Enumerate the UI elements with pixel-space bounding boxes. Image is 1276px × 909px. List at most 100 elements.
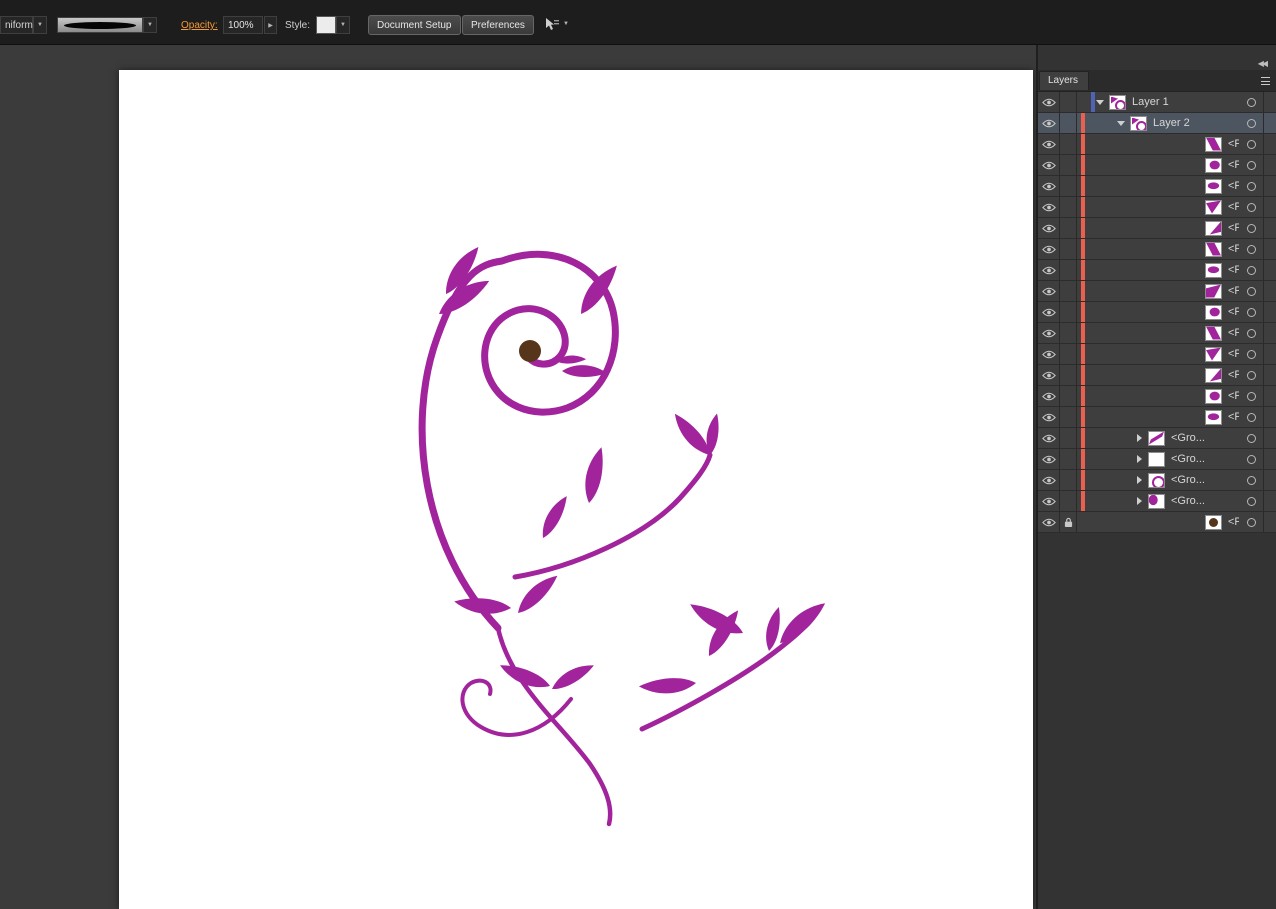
disclosure-triangle-icon[interactable] — [1095, 97, 1105, 107]
layer-row[interactable]: <Gro... — [1038, 470, 1276, 491]
canvas-pasteboard[interactable] — [0, 45, 1036, 909]
layer-row-content[interactable]: <Path> — [1077, 386, 1239, 406]
layer-row[interactable]: <Gro... — [1038, 428, 1276, 449]
layer-row[interactable]: <Path> — [1038, 197, 1276, 218]
layer-row-content[interactable]: <Path> — [1077, 197, 1239, 217]
target-circle[interactable] — [1239, 113, 1263, 133]
stroke-profile-select[interactable]: niform — [0, 16, 33, 34]
lock-toggle[interactable] — [1060, 176, 1077, 196]
layer-label[interactable]: <Path> — [1228, 327, 1239, 339]
lock-toggle[interactable] — [1060, 113, 1077, 133]
layer-row[interactable]: <Path> — [1038, 176, 1276, 197]
layer-label[interactable]: <Path> — [1228, 306, 1239, 318]
layer-row-content[interactable]: <Gro... — [1077, 449, 1239, 469]
layer-row-content[interactable]: <Path> — [1077, 155, 1239, 175]
tab-layers[interactable]: Layers — [1039, 71, 1090, 90]
layer-row-content[interactable]: Layer 1 — [1077, 92, 1239, 112]
layer-thumbnail[interactable] — [1205, 136, 1222, 152]
lock-toggle[interactable] — [1060, 428, 1077, 448]
visibility-toggle[interactable] — [1038, 470, 1060, 490]
layer-row-content[interactable]: <Path> — [1077, 344, 1239, 364]
visibility-toggle[interactable] — [1038, 512, 1060, 532]
lock-toggle[interactable] — [1060, 386, 1077, 406]
layer-thumbnail[interactable] — [1130, 115, 1147, 131]
layer-label[interactable]: <Path> — [1228, 138, 1239, 150]
lock-toggle[interactable] — [1060, 323, 1077, 343]
lock-toggle[interactable] — [1060, 92, 1077, 112]
brush-definition-select[interactable] — [57, 17, 143, 33]
layer-row-content[interactable]: <Path> — [1077, 134, 1239, 154]
layer-row-content[interactable]: <Gro... — [1077, 428, 1239, 448]
layer-thumbnail[interactable] — [1205, 241, 1222, 257]
disclosure-triangle-icon[interactable] — [1134, 496, 1144, 506]
lock-toggle[interactable] — [1060, 218, 1077, 238]
target-circle[interactable] — [1239, 470, 1263, 490]
document-setup-button[interactable]: Document Setup — [368, 15, 461, 35]
layer-row[interactable]: <Gro... — [1038, 449, 1276, 470]
layer-row-content[interactable]: <Path> — [1077, 239, 1239, 259]
layer-row-content[interactable]: <Path> — [1077, 407, 1239, 427]
layer-label[interactable]: <Path> — [1228, 516, 1239, 528]
visibility-toggle[interactable] — [1038, 491, 1060, 511]
layer-row[interactable]: <Path> — [1038, 386, 1276, 407]
layer-label[interactable]: <Path> — [1228, 390, 1239, 402]
disclosure-triangle-icon[interactable] — [1134, 475, 1144, 485]
select-similar-chevron-down-icon[interactable]: ▼ — [563, 21, 569, 27]
layer-row[interactable]: <Path> — [1038, 365, 1276, 386]
collapse-panels-icon[interactable]: ◀◀ — [1258, 59, 1268, 68]
preferences-button[interactable]: Preferences — [462, 15, 534, 35]
lock-toggle[interactable] — [1060, 512, 1077, 532]
layer-label[interactable]: <Gro... — [1171, 432, 1205, 444]
layer-thumbnail[interactable] — [1205, 325, 1222, 341]
visibility-toggle[interactable] — [1038, 428, 1060, 448]
layer-label[interactable]: <Gro... — [1171, 495, 1205, 507]
target-circle[interactable] — [1239, 428, 1263, 448]
lock-toggle[interactable] — [1060, 197, 1077, 217]
layer-row[interactable]: <Path> — [1038, 323, 1276, 344]
disclosure-triangle-icon[interactable] — [1116, 118, 1126, 128]
layer-thumbnail[interactable] — [1148, 430, 1165, 446]
target-circle[interactable] — [1239, 155, 1263, 175]
layer-label[interactable]: <Path> — [1228, 222, 1239, 234]
layer-thumbnail[interactable] — [1205, 388, 1222, 404]
layer-row-content[interactable]: <Path> — [1077, 365, 1239, 385]
visibility-toggle[interactable] — [1038, 386, 1060, 406]
target-circle[interactable] — [1239, 365, 1263, 385]
target-circle[interactable] — [1239, 512, 1263, 532]
target-circle[interactable] — [1239, 260, 1263, 280]
visibility-toggle[interactable] — [1038, 218, 1060, 238]
layer-thumbnail[interactable] — [1205, 346, 1222, 362]
stroke-profile-chevron-down-icon[interactable]: ▼ — [33, 16, 47, 34]
lock-toggle[interactable] — [1060, 302, 1077, 322]
target-circle[interactable] — [1239, 197, 1263, 217]
visibility-toggle[interactable] — [1038, 134, 1060, 154]
layer-row-content[interactable]: <Path> — [1077, 302, 1239, 322]
layer-thumbnail[interactable] — [1148, 451, 1165, 467]
layer-row[interactable]: <Path> — [1038, 512, 1276, 533]
layer-label[interactable]: <Path> — [1228, 264, 1239, 276]
visibility-toggle[interactable] — [1038, 344, 1060, 364]
layer-thumbnail[interactable] — [1205, 199, 1222, 215]
disclosure-triangle-icon[interactable] — [1134, 433, 1144, 443]
visibility-toggle[interactable] — [1038, 155, 1060, 175]
layer-label[interactable]: <Path> — [1228, 243, 1239, 255]
layer-label[interactable]: <Path> — [1228, 159, 1239, 171]
layer-row[interactable]: <Path> — [1038, 344, 1276, 365]
visibility-toggle[interactable] — [1038, 260, 1060, 280]
layer-row[interactable]: Layer 1 — [1038, 92, 1276, 113]
style-swatch[interactable] — [316, 16, 336, 34]
opacity-input[interactable]: 100% — [223, 16, 263, 34]
lock-toggle[interactable] — [1060, 365, 1077, 385]
target-circle[interactable] — [1239, 281, 1263, 301]
lock-toggle[interactable] — [1060, 281, 1077, 301]
artwork-floral[interactable] — [119, 70, 1033, 909]
layer-row-content[interactable]: <Path> — [1077, 218, 1239, 238]
layer-row[interactable]: <Path> — [1038, 281, 1276, 302]
layer-row-content[interactable]: <Path> — [1077, 260, 1239, 280]
visibility-toggle[interactable] — [1038, 239, 1060, 259]
layer-row-content[interactable]: <Path> — [1077, 323, 1239, 343]
target-circle[interactable] — [1239, 407, 1263, 427]
lock-toggle[interactable] — [1060, 344, 1077, 364]
lock-toggle[interactable] — [1060, 407, 1077, 427]
visibility-toggle[interactable] — [1038, 197, 1060, 217]
